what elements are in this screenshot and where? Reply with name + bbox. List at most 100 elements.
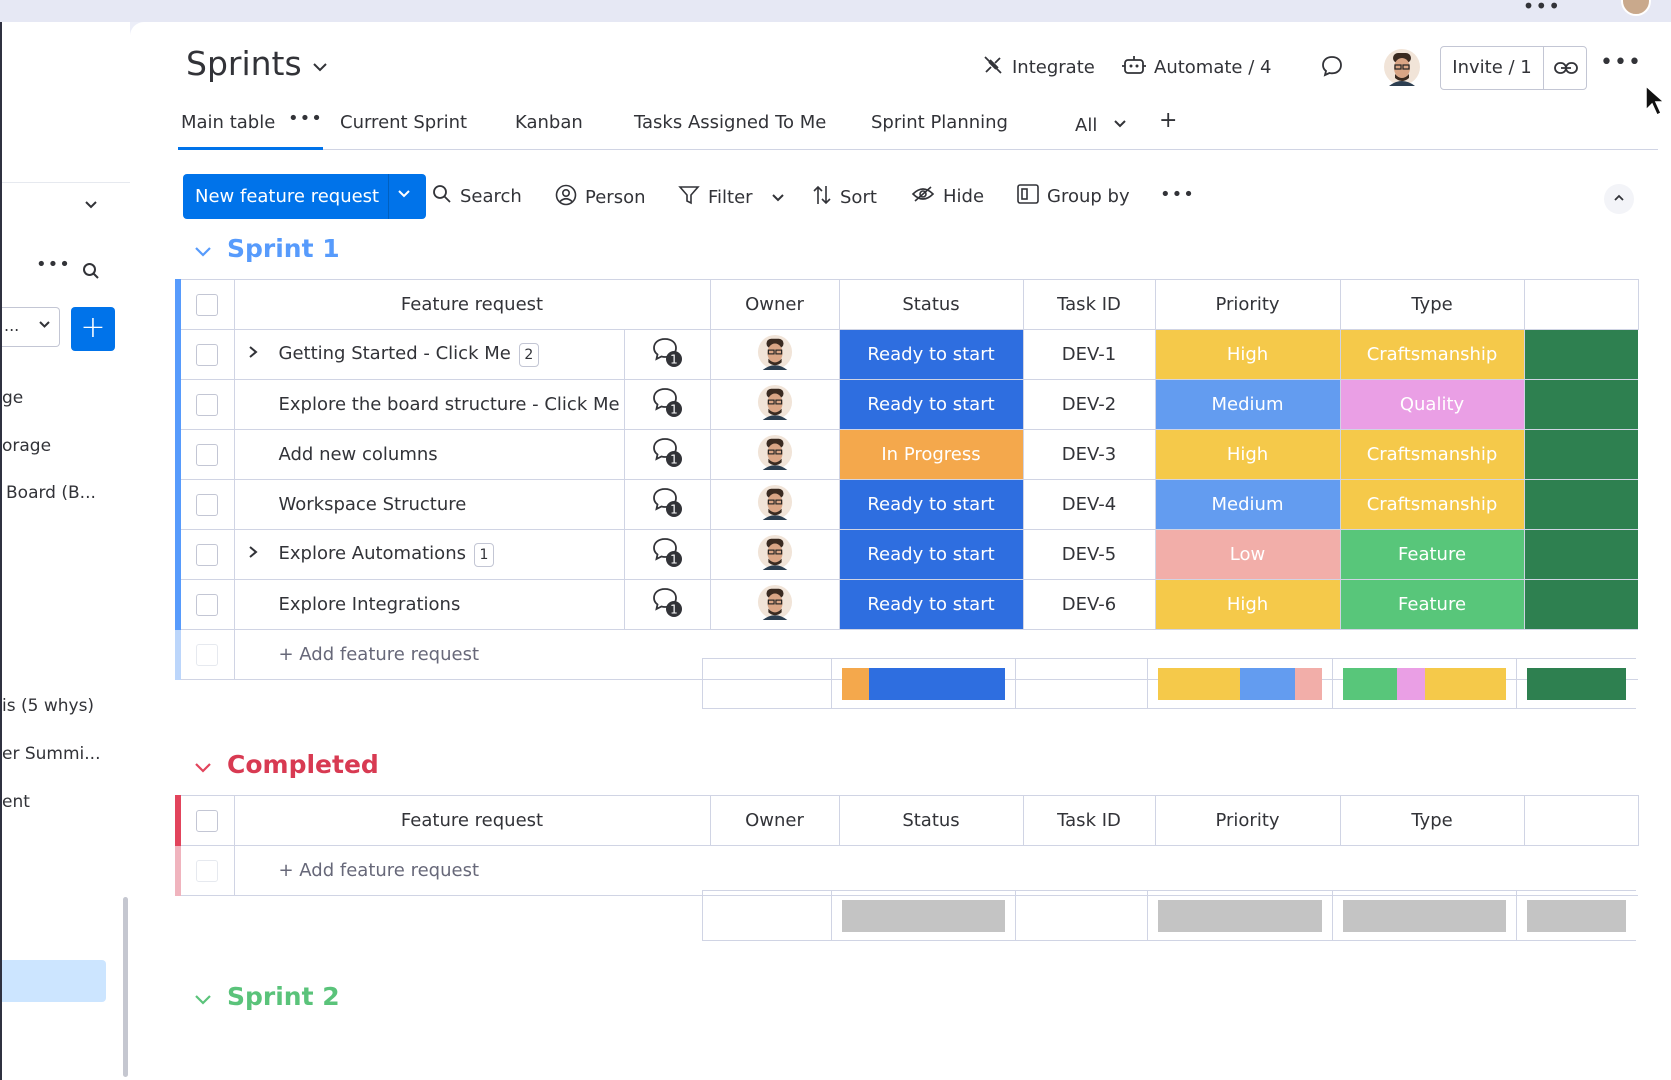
owner-cell[interactable]: [709, 529, 840, 580]
add-update-icon[interactable]: 1: [650, 488, 684, 523]
automate-button[interactable]: Automate / 4: [1122, 54, 1271, 81]
search-button[interactable]: Search: [432, 184, 522, 209]
priority-cell[interactable]: High: [1154, 579, 1341, 630]
tab-kanban[interactable]: Kanban: [515, 112, 583, 133]
new-feature-request-button[interactable]: New feature request: [183, 174, 426, 219]
column-header-task-id[interactable]: Task ID: [1022, 279, 1156, 330]
sidebar-item[interactable]: orage: [2, 436, 51, 456]
extra-column-cell[interactable]: [1523, 329, 1639, 380]
column-header-type[interactable]: Type: [1339, 795, 1525, 846]
add-feature-request-input[interactable]: + Add feature request: [233, 845, 1639, 896]
sidebar-scrollbar[interactable]: [123, 897, 128, 1077]
select-all-checkbox[interactable]: [175, 279, 235, 330]
extra-column-cell[interactable]: [1523, 479, 1639, 530]
status-cell[interactable]: Ready to start: [838, 379, 1024, 430]
sidebar-item[interactable]: ge: [2, 388, 23, 408]
hide-button[interactable]: Hide: [911, 184, 984, 209]
item-name[interactable]: Explore Automations: [279, 543, 466, 564]
column-header-feature-request[interactable]: Feature request: [233, 279, 711, 330]
extra-column-cell[interactable]: [1523, 429, 1639, 480]
item-name-cell[interactable]: Explore the board structure - Click Me: [233, 379, 625, 430]
add-update-icon[interactable]: 1: [650, 438, 684, 473]
status-cell[interactable]: Ready to start: [838, 529, 1024, 580]
extra-column-cell[interactable]: [1523, 379, 1639, 430]
task-id-cell[interactable]: DEV-2: [1022, 379, 1156, 430]
type-cell[interactable]: Feature: [1339, 529, 1525, 580]
updates-cell[interactable]: 1: [623, 579, 711, 630]
owner-cell[interactable]: [709, 379, 840, 430]
column-header-type[interactable]: Type: [1339, 279, 1525, 330]
tab-current-sprint[interactable]: Current Sprint: [340, 112, 467, 133]
priority-cell[interactable]: Low: [1154, 529, 1341, 580]
add-update-icon[interactable]: 1: [650, 588, 684, 623]
priority-summary[interactable]: [1147, 658, 1333, 709]
add-update-icon[interactable]: 1: [650, 388, 684, 423]
group-title-completed[interactable]: Completed: [227, 750, 379, 779]
owner-cell[interactable]: [709, 579, 840, 630]
user-avatar[interactable]: [1383, 48, 1421, 86]
item-name-cell[interactable]: Explore Integrations: [233, 579, 625, 630]
owner-cell[interactable]: [709, 479, 840, 530]
chevron-down-icon[interactable]: [84, 198, 98, 214]
column-header-owner[interactable]: Owner: [709, 279, 840, 330]
top-avatar[interactable]: [1621, 0, 1651, 16]
column-header-status[interactable]: Status: [838, 795, 1024, 846]
person-filter-button[interactable]: Person: [555, 184, 646, 211]
item-name-cell[interactable]: Explore Automations 1: [233, 529, 625, 580]
sidebar-item[interactable]: ent: [2, 792, 30, 812]
tab-sprint-planning[interactable]: Sprint Planning: [871, 112, 1008, 133]
chevron-down-icon[interactable]: [1113, 117, 1127, 133]
priority-cell[interactable]: High: [1154, 329, 1341, 380]
add-update-icon[interactable]: 1: [650, 538, 684, 573]
collapse-group-icon[interactable]: [194, 242, 212, 263]
top-more-icon[interactable]: •••: [1523, 0, 1561, 18]
group-title-sprint-1[interactable]: Sprint 1: [227, 234, 340, 263]
updates-cell[interactable]: 1: [623, 429, 711, 480]
task-id-cell[interactable]: DEV-4: [1022, 479, 1156, 530]
chevron-down-icon[interactable]: [397, 187, 411, 203]
subitems-count-badge[interactable]: 1: [473, 542, 494, 567]
status-cell[interactable]: In Progress: [838, 429, 1024, 480]
priority-cell[interactable]: High: [1154, 429, 1341, 480]
row-checkbox[interactable]: [175, 379, 235, 430]
filter-button[interactable]: Filter: [678, 184, 785, 211]
item-name-cell[interactable]: Getting Started - Click Me 2: [233, 329, 625, 380]
owner-avatar[interactable]: [757, 384, 793, 425]
status-cell[interactable]: Ready to start: [838, 579, 1024, 630]
item-name[interactable]: Workspace Structure: [279, 494, 467, 515]
owner-avatar[interactable]: [757, 584, 793, 625]
task-id-cell[interactable]: DEV-5: [1022, 529, 1156, 580]
sidebar-more-icon[interactable]: •••: [36, 254, 71, 275]
select-all-checkbox[interactable]: [175, 795, 235, 846]
group-title-sprint-2[interactable]: Sprint 2: [227, 982, 340, 1011]
priority-summary[interactable]: [1147, 890, 1333, 941]
owner-avatar[interactable]: [757, 434, 793, 475]
updates-cell[interactable]: 1: [623, 329, 711, 380]
priority-cell[interactable]: Medium: [1154, 479, 1341, 530]
type-cell[interactable]: Quality: [1339, 379, 1525, 430]
item-name[interactable]: Getting Started - Click Me: [279, 343, 511, 364]
updates-cell[interactable]: 1: [623, 529, 711, 580]
chevron-down-icon[interactable]: [771, 187, 785, 208]
add-update-icon[interactable]: 1: [650, 338, 684, 373]
sort-button[interactable]: Sort: [812, 184, 877, 211]
collapse-header-button[interactable]: [1604, 184, 1634, 214]
row-checkbox[interactable]: [175, 329, 235, 380]
type-cell[interactable]: Craftsmanship: [1339, 329, 1525, 380]
task-id-cell[interactable]: DEV-3: [1022, 429, 1156, 480]
extra-column-cell[interactable]: [1523, 579, 1639, 630]
subitems-count-badge[interactable]: 2: [518, 342, 539, 367]
owner-avatar[interactable]: [757, 484, 793, 525]
owner-avatar[interactable]: [757, 334, 793, 375]
expand-subitems-icon[interactable]: [247, 345, 279, 363]
add-item-button[interactable]: +: [71, 307, 115, 351]
add-view-icon[interactable]: +: [1159, 108, 1177, 133]
item-name[interactable]: Add new columns: [279, 444, 438, 465]
status-cell[interactable]: Ready to start: [838, 479, 1024, 530]
type-summary[interactable]: [1332, 890, 1517, 941]
owner-cell[interactable]: [709, 329, 840, 380]
type-summary[interactable]: [1332, 658, 1517, 709]
row-checkbox[interactable]: [175, 529, 235, 580]
tab-main-table[interactable]: Main table: [181, 112, 275, 133]
board-title[interactable]: Sprints: [186, 44, 302, 83]
